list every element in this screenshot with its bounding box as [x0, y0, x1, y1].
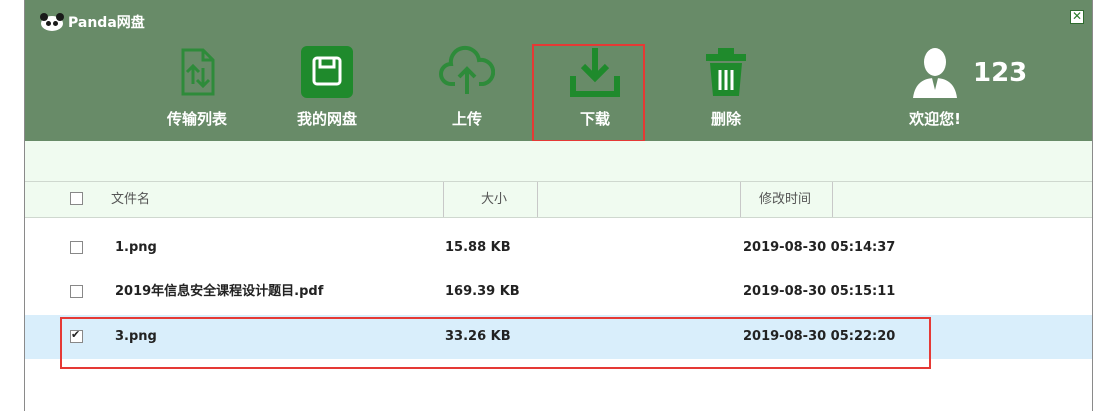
column-divider[interactable]	[537, 182, 538, 217]
transfer-list-label: 传输列表	[166, 110, 227, 128]
file-modified: 2019-08-30 05:14:37	[743, 240, 896, 255]
file-name: 1.png	[115, 240, 157, 255]
column-divider[interactable]	[740, 182, 741, 217]
upload-label: 上传	[451, 110, 482, 128]
panda-logo-icon	[39, 13, 65, 31]
app-title: Panda网盘	[39, 12, 145, 32]
transfer-list-button[interactable]: 传输列表	[137, 44, 257, 144]
row-checkbox[interactable]	[70, 241, 83, 254]
close-button[interactable]: ✕	[1070, 10, 1084, 24]
username: 123	[973, 58, 1028, 88]
app-window: Panda网盘 ✕ 传输列表 我的网盘 上传 下载 删除 欢迎您! 123 文件…	[24, 0, 1093, 411]
path-bar	[25, 141, 1092, 181]
selected-row-highlight-box	[60, 317, 931, 369]
column-name[interactable]: 文件名	[111, 182, 150, 217]
table-row[interactable]: 1.png 15.88 KB 2019-08-30 05:14:37	[25, 226, 1092, 270]
download-highlight-box	[532, 44, 645, 142]
table-header: 文件名 大小 修改时间	[25, 181, 1092, 218]
welcome-label: 欢迎您!	[909, 110, 961, 128]
delete-label: 删除	[710, 110, 741, 128]
file-modified: 2019-08-30 05:15:11	[743, 284, 896, 299]
column-size[interactable]: 大小	[481, 182, 507, 217]
app-title-text: Panda网盘	[68, 15, 145, 31]
trash-icon	[706, 48, 746, 96]
select-all-checkbox[interactable]	[70, 192, 83, 205]
row-checkbox[interactable]	[70, 285, 83, 298]
cloud-upload-icon	[439, 45, 495, 94]
column-divider[interactable]	[443, 182, 444, 217]
file-size: 15.88 KB	[445, 240, 511, 255]
my-disk-label: 我的网盘	[296, 110, 357, 128]
transfer-list-icon	[181, 48, 215, 96]
my-disk-button[interactable]: 我的网盘	[267, 44, 387, 144]
column-modified[interactable]: 修改时间	[759, 182, 811, 217]
file-size: 169.39 KB	[445, 284, 520, 299]
delete-button[interactable]: 删除	[666, 44, 786, 144]
table-row[interactable]: 2019年信息安全课程设计题目.pdf 169.39 KB 2019-08-30…	[25, 270, 1092, 314]
my-disk-icon	[301, 46, 353, 98]
upload-button[interactable]: 上传	[407, 44, 527, 144]
column-divider[interactable]	[832, 182, 833, 217]
toolbar-header: Panda网盘 ✕ 传输列表 我的网盘 上传 下载 删除 欢迎您! 123	[25, 0, 1092, 144]
file-name: 2019年信息安全课程设计题目.pdf	[115, 284, 324, 299]
user-avatar-icon	[913, 48, 957, 98]
